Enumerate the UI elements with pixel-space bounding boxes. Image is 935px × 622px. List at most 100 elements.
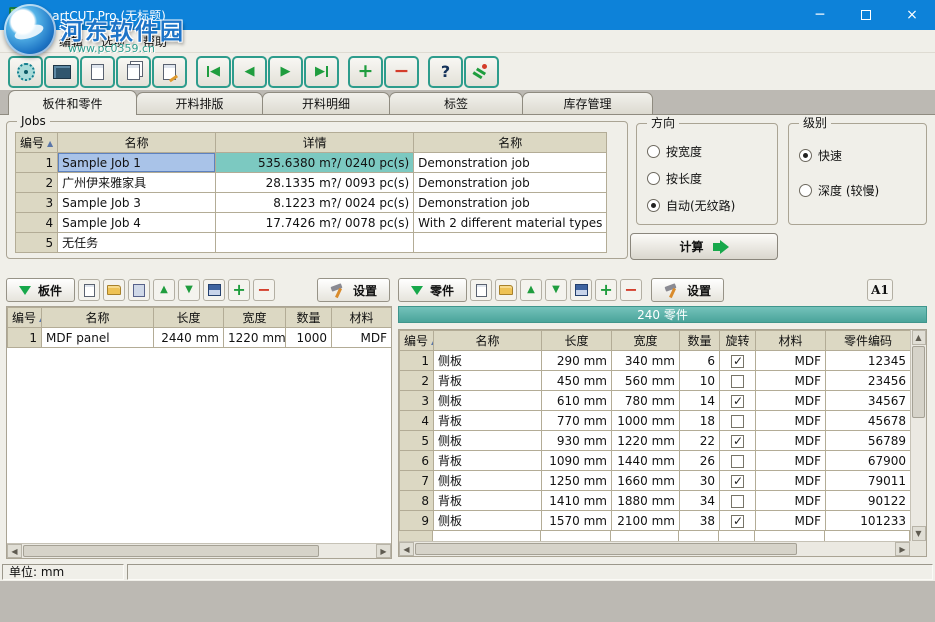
help-button[interactable]: ? [428, 56, 463, 88]
part-id-cell[interactable]: 8 [400, 491, 434, 511]
radio-option[interactable]: 深度 (较慢) [789, 173, 926, 208]
panels-col-qty[interactable]: 数量 [286, 308, 332, 328]
panel-open-button[interactable] [103, 279, 125, 301]
scroll-up-arrow[interactable]: ▲ [912, 330, 926, 345]
parts-col-id[interactable]: 编号▲ [400, 331, 434, 351]
panels-col-length[interactable]: 长度 [154, 308, 224, 328]
parts-col-width[interactable]: 宽度 [612, 331, 680, 351]
menu-file[interactable]: 文件 [8, 31, 50, 52]
part-length-cell[interactable]: 1250 mm [542, 471, 612, 491]
last-record-button[interactable]: ▶ [304, 56, 339, 88]
part-name-cell[interactable]: 背板 [434, 491, 542, 511]
scroll-left-arrow[interactable]: ◀ [7, 544, 22, 558]
tab-cutting-layout[interactable]: 开料排版 [136, 92, 263, 115]
part-length-cell[interactable]: 1410 mm [542, 491, 612, 511]
parts-col-name[interactable]: 名称 [434, 331, 542, 351]
vertical-scrollbar[interactable]: ▲ ▼ [910, 330, 926, 541]
part-width-cell[interactable]: 1880 mm [612, 491, 680, 511]
rotate-checkbox[interactable] [731, 415, 744, 428]
panel-export-button[interactable]: ▼ [178, 279, 200, 301]
rotate-checkbox[interactable] [731, 375, 744, 388]
part-id-cell[interactable]: 7 [400, 471, 434, 491]
scrollbar-thumb[interactable] [23, 545, 319, 557]
part-width-cell[interactable]: 2100 mm [612, 511, 680, 531]
job-name-cell[interactable]: 无任务 [58, 233, 216, 253]
part-width-cell[interactable]: 1220 mm [612, 431, 680, 451]
panel-width-cell[interactable]: 1220 mm [224, 328, 286, 348]
panels-settings-button[interactable]: 设置 [317, 278, 390, 302]
scroll-right-arrow[interactable]: ▶ [895, 542, 910, 556]
part-material-cell[interactable]: MDF [756, 351, 826, 371]
part-name-cell[interactable]: 侧板 [434, 511, 542, 531]
part-width-cell[interactable]: 780 mm [612, 391, 680, 411]
rotate-checkbox[interactable] [731, 435, 744, 448]
table-row[interactable]: 8 背板 1410 mm 1880 mm 34 MDF 90122 [400, 491, 911, 511]
panel-save-button[interactable] [203, 279, 225, 301]
part-export-button[interactable]: ▼ [545, 279, 567, 301]
job-desc-cell[interactable]: Demonstration job [414, 153, 607, 173]
part-name-cell[interactable]: 背板 [434, 411, 542, 431]
part-length-cell[interactable]: 290 mm [542, 351, 612, 371]
part-width-cell[interactable]: 1660 mm [612, 471, 680, 491]
saw-blade-button[interactable] [8, 56, 43, 88]
table-row[interactable]: 6 背板 1090 mm 1440 mm 26 MDF 67900 [400, 451, 911, 471]
part-qty-cell[interactable]: 34 [680, 491, 720, 511]
part-qty-cell[interactable]: 26 [680, 451, 720, 471]
part-material-cell[interactable]: MDF [756, 411, 826, 431]
part-code-cell[interactable]: 34567 [826, 391, 911, 411]
job-id-cell[interactable]: 1 [16, 153, 58, 173]
job-name-cell[interactable]: Sample Job 1 [58, 153, 216, 173]
copy-job-button[interactable] [116, 56, 151, 88]
part-width-cell[interactable]: 1440 mm [612, 451, 680, 471]
panel-name-cell[interactable]: MDF panel [42, 328, 154, 348]
job-name-cell[interactable]: 广州伊来雅家具 [58, 173, 216, 193]
menu-options[interactable]: 选项 [92, 31, 134, 52]
rotate-checkbox[interactable] [731, 355, 744, 368]
part-name-cell[interactable]: 背板 [434, 451, 542, 471]
exit-button[interactable] [464, 56, 499, 88]
minimize-button[interactable]: ─ [797, 0, 843, 30]
panel-material-cell[interactable]: MDF [332, 328, 392, 348]
part-code-cell[interactable]: 12345 [826, 351, 911, 371]
tab-panels-and-parts[interactable]: 板件和零件 [8, 90, 137, 115]
part-material-cell[interactable]: MDF [756, 391, 826, 411]
part-code-cell[interactable]: 56789 [826, 431, 911, 451]
panel-id-cell[interactable]: 1 [8, 328, 42, 348]
job-desc-cell[interactable]: Demonstration job [414, 173, 607, 193]
job-detail-cell[interactable]: 28.1335 m?/ 0093 pc(s) [216, 173, 414, 193]
jobs-col-id[interactable]: 编号▲ [16, 133, 58, 153]
part-name-cell[interactable]: 侧板 [434, 431, 542, 451]
panel-remove-button[interactable]: − [253, 279, 275, 301]
part-qty-cell[interactable]: 10 [680, 371, 720, 391]
tab-inventory[interactable]: 库存管理 [522, 92, 653, 115]
part-width-cell[interactable]: 340 mm [612, 351, 680, 371]
panel-add-button[interactable]: + [228, 279, 250, 301]
job-desc-cell[interactable] [414, 233, 607, 253]
radio-option[interactable]: 按长度 [637, 165, 777, 192]
job-id-cell[interactable]: 3 [16, 193, 58, 213]
part-add-button[interactable]: + [595, 279, 617, 301]
part-length-cell[interactable]: 1570 mm [542, 511, 612, 531]
table-row[interactable]: 4 背板 770 mm 1000 mm 18 MDF 45678 [400, 411, 911, 431]
rotate-checkbox[interactable] [731, 395, 744, 408]
part-id-cell[interactable]: 9 [400, 511, 434, 531]
add-button[interactable]: + [348, 56, 383, 88]
rotate-checkbox[interactable] [731, 455, 744, 468]
panel-qty-cell[interactable]: 1000 [286, 328, 332, 348]
maximize-button[interactable] [843, 0, 889, 30]
part-id-cell[interactable]: 4 [400, 411, 434, 431]
part-width-cell[interactable]: 560 mm [612, 371, 680, 391]
menu-edit[interactable]: 编辑 [50, 31, 92, 52]
part-open-button[interactable] [495, 279, 517, 301]
panels-col-name[interactable]: 名称 [42, 308, 154, 328]
panel-length-cell[interactable]: 2440 mm [154, 328, 224, 348]
tab-cutting-details[interactable]: 开料明细 [262, 92, 390, 115]
job-id-cell[interactable]: 5 [16, 233, 58, 253]
panels-button[interactable]: 板件 [6, 278, 75, 302]
edit-job-button[interactable] [152, 56, 187, 88]
panel-import-button[interactable]: ▲ [153, 279, 175, 301]
panel-paste-button[interactable] [128, 279, 150, 301]
job-name-cell[interactable]: Sample Job 3 [58, 193, 216, 213]
table-row[interactable]: 2 背板 450 mm 560 mm 10 MDF 23456 [400, 371, 911, 391]
part-id-cell[interactable]: 2 [400, 371, 434, 391]
